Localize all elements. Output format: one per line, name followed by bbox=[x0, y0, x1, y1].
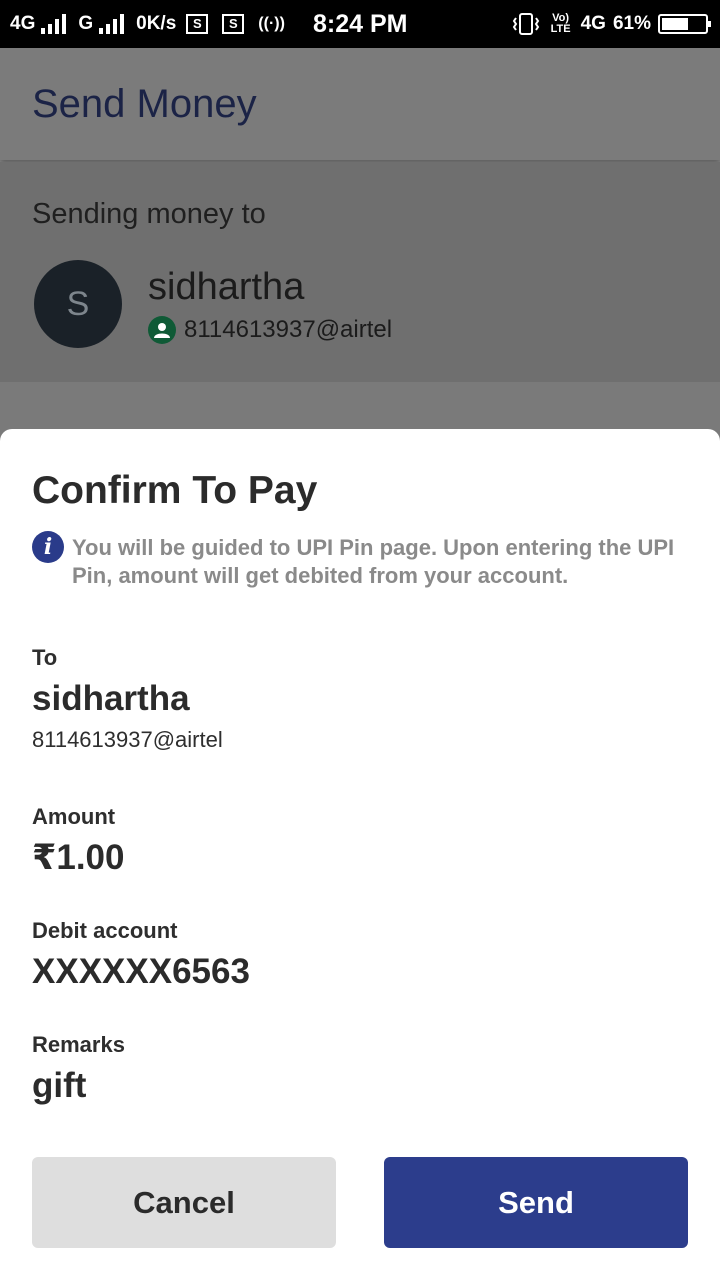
battery-percent: 61% bbox=[612, 13, 651, 34]
to-name: sidhartha bbox=[32, 679, 190, 718]
to-label: To bbox=[32, 645, 58, 670]
network-type-1: 4G bbox=[10, 13, 36, 34]
clock: 8:24 PM bbox=[313, 9, 408, 38]
sheet-heading: Confirm To Pay bbox=[32, 469, 318, 512]
sim-icon: S bbox=[186, 14, 209, 34]
remarks-label: Remarks bbox=[32, 1032, 125, 1057]
battery-fill bbox=[662, 18, 688, 30]
recipient-name: sidhartha bbox=[148, 266, 305, 308]
data-speed: 0K/s bbox=[136, 13, 177, 34]
signal-icon-2 bbox=[99, 14, 125, 34]
amount-value: ₹1.00 bbox=[32, 838, 125, 877]
status-bar: 4G G 0K/s S S ((·)) 8:24 PM Vo) LTE 4G 6… bbox=[0, 0, 720, 48]
confirm-sheet: Confirm To Pay i You will be guided to U… bbox=[0, 429, 720, 1280]
page-title: Send Money bbox=[32, 82, 257, 126]
recipient-panel: Sending money to S sidhartha 8114613937@… bbox=[0, 162, 720, 382]
sending-to-caption: Sending money to bbox=[32, 198, 266, 230]
network-type-3: 4G bbox=[580, 13, 606, 34]
info-text: You will be guided to UPI Pin page. Upon… bbox=[72, 535, 675, 588]
battery-icon bbox=[658, 14, 711, 34]
signal-icon bbox=[41, 14, 67, 34]
recipient-vpa: 8114613937@airtel bbox=[184, 316, 393, 343]
debit-account-label: Debit account bbox=[32, 918, 178, 943]
info-icon: i bbox=[32, 531, 64, 563]
avatar: S bbox=[34, 260, 122, 348]
vibrate-icon bbox=[512, 13, 539, 35]
info-note: i You will be guided to UPI Pin page. Up… bbox=[32, 531, 696, 590]
sim-icon-2: S bbox=[222, 14, 245, 34]
volte-label: Vo) LTE bbox=[550, 12, 571, 35]
network-type-2: G bbox=[78, 13, 94, 34]
hotspot-icon: ((·)) bbox=[258, 15, 285, 32]
to-vpa: 8114613937@airtel bbox=[32, 727, 223, 752]
send-button[interactable]: Send bbox=[384, 1157, 688, 1248]
amount-label: Amount bbox=[32, 804, 116, 829]
user-badge-icon bbox=[148, 316, 176, 344]
cancel-button[interactable]: Cancel bbox=[32, 1157, 336, 1248]
app-bar: Send Money bbox=[0, 48, 720, 160]
recipient-vpa-row: 8114613937@airtel bbox=[148, 316, 392, 344]
debit-account-value: XXXXXX6563 bbox=[32, 952, 250, 991]
remarks-value: gift bbox=[32, 1066, 87, 1105]
